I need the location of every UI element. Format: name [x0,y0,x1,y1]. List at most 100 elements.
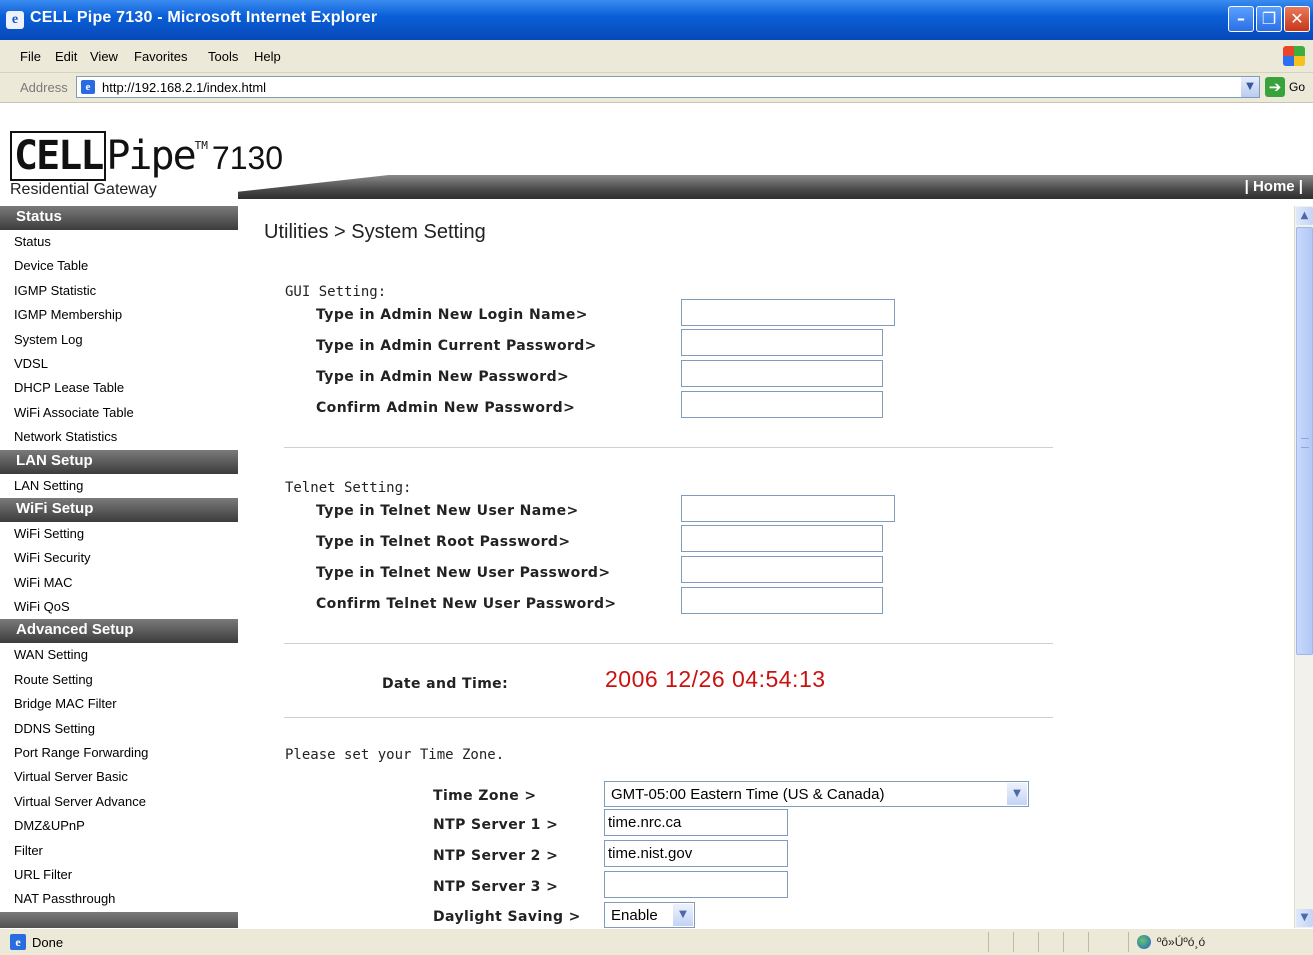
sidebar-item-wan-setting[interactable]: WAN Setting [0,643,238,667]
sidebar-nav: Status Status Device Table IGMP Statisti… [0,206,238,928]
telnet-user-password-input[interactable] [681,556,883,583]
sidebar-section-lan-setup[interactable]: LAN Setup [0,449,238,474]
divider [284,717,1053,718]
grip-icon [1301,438,1309,448]
menu-view[interactable]: View [90,49,118,64]
go-arrow-icon[interactable]: ➔ [1265,77,1285,97]
status-divider [1128,932,1129,952]
timezone-prompt: Please set your Time Zone. [285,747,505,763]
admin-confirm-password-label: Confirm Admin New Password> [316,400,576,416]
menu-help[interactable]: Help [254,49,281,64]
header-band: | Home | [238,175,1313,199]
menu-bar: File Edit View Favorites Tools Help [0,40,1313,73]
page-content: CELL PipeTM 7130 Residential Gateway | Hom… [0,103,1313,928]
status-text: Done [32,935,64,950]
sidebar-item-nat-passthrough[interactable]: NAT Passthrough [0,887,238,911]
divider [284,643,1053,644]
time-zone-select[interactable]: GMT-05:00 Eastern Time (US & Canada) ▼ [604,781,1029,807]
admin-confirm-password-input[interactable] [681,391,883,418]
ntp-server-2-input[interactable] [604,840,788,867]
sidebar-item-wifi-security[interactable]: WiFi Security [0,546,238,570]
minimize-button[interactable]: – [1228,6,1254,32]
status-divider [1013,932,1014,952]
ntp-server-1-label: NTP Server 1 > [433,817,559,833]
sidebar-item-wifi-associate-table[interactable]: WiFi Associate Table [0,401,238,425]
telnet-setting-heading: Telnet Setting: [285,480,412,496]
menu-tools[interactable]: Tools [208,49,238,64]
ntp-server-1-input[interactable] [604,809,788,836]
sidebar-item-vdsl[interactable]: VDSL [0,352,238,376]
divider [284,447,1053,448]
logo-pipe-text: Pipe [106,133,196,179]
vertical-scrollbar[interactable]: ▲ ▼ [1294,206,1313,928]
close-icon: ✕ [1290,9,1304,28]
sidebar-item-dmz-upnp[interactable]: DMZ&UPnP [0,814,238,838]
daylight-saving-value: Enable [611,907,658,924]
telnet-root-password-input[interactable] [681,525,883,552]
telnet-user-name-input[interactable] [681,495,895,522]
page-title: Utilities > System Setting [264,221,486,243]
sidebar-item-wifi-setting[interactable]: WiFi Setting [0,522,238,546]
time-zone-label: Time Zone > [433,788,537,804]
ntp-server-2-label: NTP Server 2 > [433,848,559,864]
sidebar-item-route-setting[interactable]: Route Setting [0,668,238,692]
sidebar-item-wifi-mac[interactable]: WiFi MAC [0,571,238,595]
status-bar: e Done ºô»Úºó¸ó [0,928,1313,955]
sidebar-item-status[interactable]: Status [0,230,238,254]
address-label: Address [20,80,68,95]
restore-icon: ❐ [1261,9,1277,28]
scrollbar-thumb[interactable] [1296,227,1313,655]
sidebar-item-virtual-server-advance[interactable]: Virtual Server Advance [0,790,238,814]
scroll-up-icon[interactable]: ▲ [1296,207,1313,225]
scroll-down-icon[interactable]: ▼ [1296,909,1313,927]
sidebar-section-status[interactable]: Status [0,206,238,230]
sidebar-item-device-table[interactable]: Device Table [0,254,238,278]
ntp-server-3-label: NTP Server 3 > [433,879,559,895]
sidebar-item-igmp-statistic[interactable]: IGMP Statistic [0,279,238,303]
chevron-down-icon[interactable]: ▼ [1007,783,1027,805]
ie-page-icon: e [10,934,26,950]
sidebar-item-filter[interactable]: Filter [0,839,238,863]
daylight-saving-select[interactable]: Enable ▼ [604,902,695,928]
logo-tm-text: TM [194,139,208,152]
sidebar-item-port-range-forwarding[interactable]: Port Range Forwarding [0,741,238,765]
sidebar-item-system-log[interactable]: System Log [0,328,238,352]
close-button[interactable]: ✕ [1284,6,1310,32]
admin-new-password-input[interactable] [681,360,883,387]
ntp-server-3-input[interactable] [604,871,788,898]
telnet-confirm-password-input[interactable] [681,587,883,614]
admin-login-name-input[interactable] [681,299,895,326]
logo-cell-text: CELL [10,131,107,181]
go-button[interactable]: Go [1289,80,1305,94]
admin-current-password-input[interactable] [681,329,883,356]
sidebar-item-igmp-membership[interactable]: IGMP Membership [0,303,238,327]
menu-file[interactable]: File [20,49,41,64]
sidebar-item-url-filter[interactable]: URL Filter [0,863,238,887]
status-divider [988,932,989,952]
chevron-down-icon[interactable]: ▼ [673,904,693,926]
sidebar-item-wifi-qos[interactable]: WiFi QoS [0,595,238,619]
admin-new-password-label: Type in Admin New Password> [316,369,570,385]
sidebar-section-wifi-setup[interactable]: WiFi Setup [0,497,238,522]
menu-favorites[interactable]: Favorites [134,49,187,64]
sidebar-item-bridge-mac-filter[interactable]: Bridge MAC Filter [0,692,238,716]
sidebar-item-lan-setting[interactable]: LAN Setting [0,474,238,498]
sidebar-section-partial[interactable] [0,911,238,928]
time-zone-value: GMT-05:00 Eastern Time (US & Canada) [611,786,885,803]
status-divider [1038,932,1039,952]
menu-edit[interactable]: Edit [55,49,77,64]
window-title: CELL Pipe 7130 - Microsoft Internet Expl… [30,9,378,26]
sidebar-section-advanced-setup[interactable]: Advanced Setup [0,619,238,644]
sidebar-item-dhcp-lease-table[interactable]: DHCP Lease Table [0,376,238,400]
minimize-icon: – [1237,9,1245,28]
internet-zone-icon [1137,935,1151,949]
sidebar-item-virtual-server-basic[interactable]: Virtual Server Basic [0,765,238,789]
home-link[interactable]: | Home | [1245,178,1303,195]
sidebar-item-network-statistics[interactable]: Network Statistics [0,425,238,449]
window-title-bar: e CELL Pipe 7130 - Microsoft Internet Ex… [0,0,1313,40]
address-input[interactable]: e http://192.168.2.1/index.html ▼ [76,76,1260,98]
restore-button[interactable]: ❐ [1256,6,1282,32]
chevron-down-icon[interactable]: ▼ [1241,77,1259,97]
date-time-label: Date and Time: [382,676,509,692]
sidebar-item-ddns-setting[interactable]: DDNS Setting [0,717,238,741]
